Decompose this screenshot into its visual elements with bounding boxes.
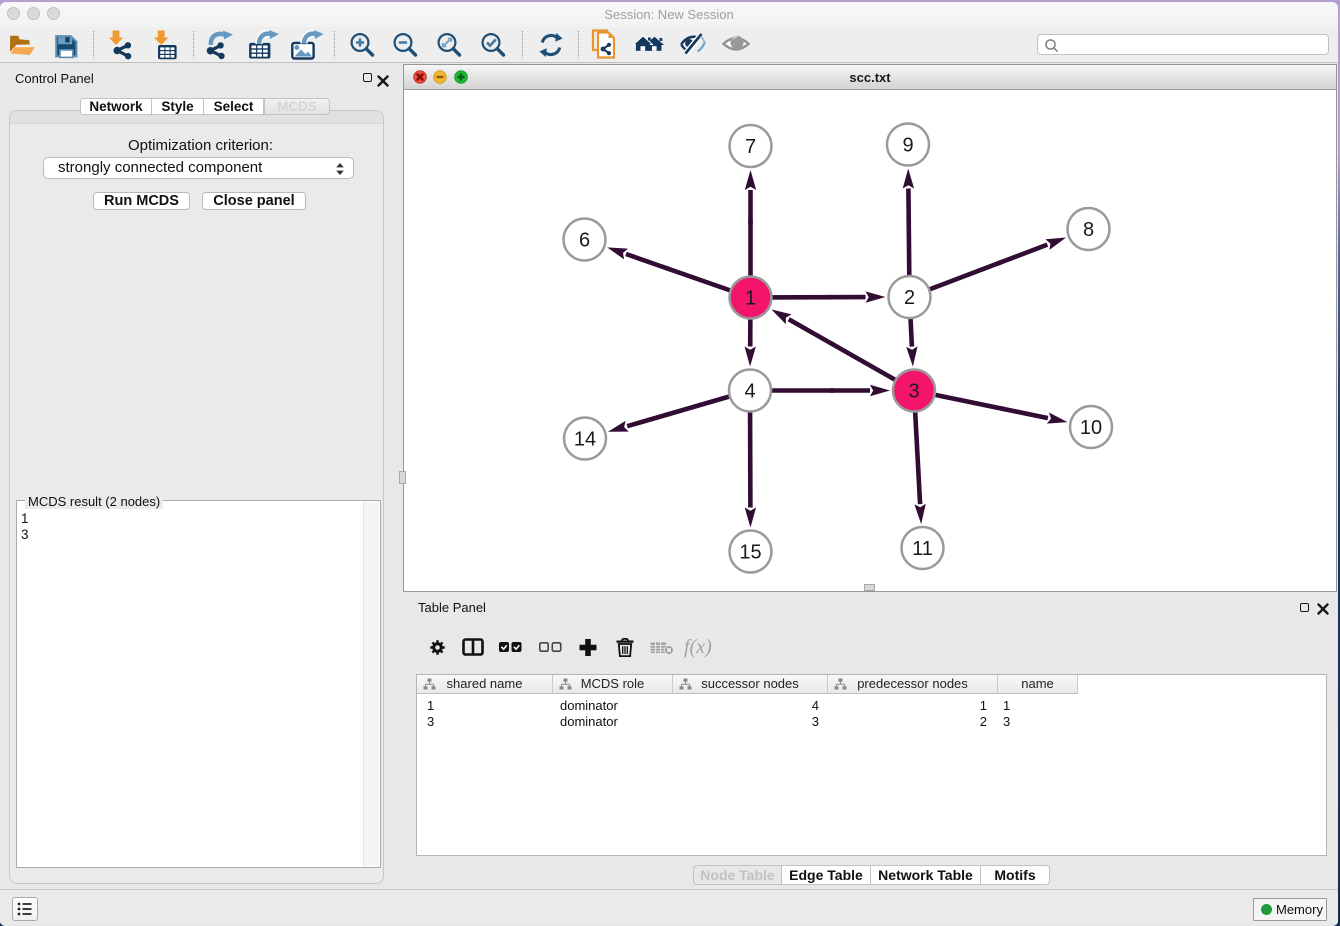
svg-text:1: 1 bbox=[745, 288, 756, 310]
svg-text:10: 10 bbox=[1080, 417, 1102, 439]
svg-text:7: 7 bbox=[745, 136, 756, 158]
svg-text:4: 4 bbox=[744, 381, 755, 403]
svg-text:11: 11 bbox=[912, 538, 933, 560]
svg-text:2: 2 bbox=[904, 287, 915, 309]
svg-text:14: 14 bbox=[574, 429, 596, 451]
svg-text:9: 9 bbox=[902, 135, 913, 157]
svg-text:3: 3 bbox=[908, 381, 919, 403]
svg-text:8: 8 bbox=[1083, 219, 1094, 241]
svg-text:6: 6 bbox=[579, 230, 590, 252]
svg-text:15: 15 bbox=[739, 542, 761, 564]
